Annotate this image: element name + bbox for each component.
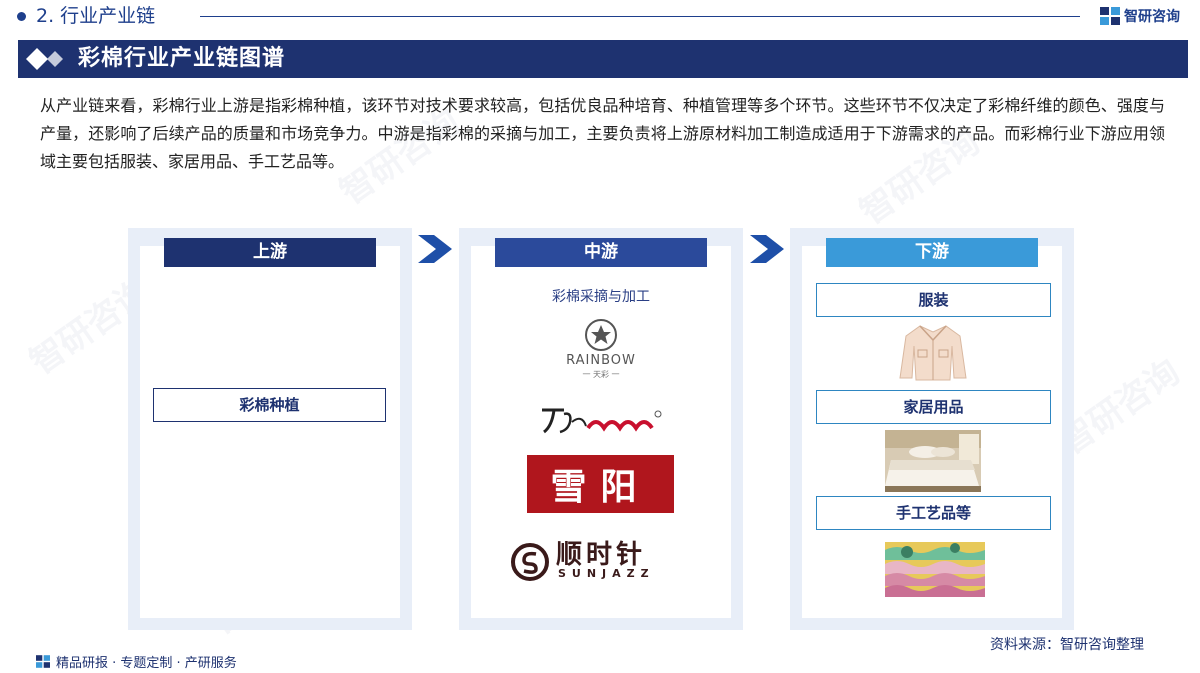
brand-logo-jyll	[542, 408, 662, 434]
upstream-header: 上游	[164, 238, 376, 267]
upstream-column	[128, 228, 412, 630]
title-banner: 彩棉行业产业链图谱	[18, 40, 1188, 78]
banner-title: 彩棉行业产业链图谱	[78, 46, 286, 71]
rainbow-logo-sub: 一 天彩 一	[582, 370, 620, 379]
brand-logo: 智研咨询	[1100, 4, 1180, 28]
footer: 精品研报 · 专题定制 · 产研服务	[36, 652, 237, 671]
bedding-image	[885, 430, 981, 492]
brand-mark-icon	[36, 654, 50, 668]
rainbow-logo-name: RAINBOW	[566, 353, 636, 368]
flower-logo-icon	[585, 319, 617, 351]
downstream-header: 下游	[826, 238, 1038, 267]
sunjazz-logo: 顺时针 SUNJAZZ	[510, 540, 695, 584]
downstream-item-crafts: 手工艺品等	[816, 496, 1051, 530]
sunjazz-logo-sub: SUNJAZZ	[558, 567, 655, 580]
sunjazz-logo-name: 顺时针	[556, 540, 647, 570]
section-title: 2. 行业产业链	[36, 5, 156, 27]
footer-text: 精品研报 · 专题定制 · 产研服务	[56, 655, 237, 671]
downstream-item-home: 家居用品	[816, 390, 1051, 424]
brand-mark-icon	[1100, 7, 1120, 25]
craft-image	[885, 542, 985, 597]
chevron-right-icon	[418, 235, 452, 263]
description-text: 从产业链来看，彩棉行业上游是指彩棉种植，该环节对技术要求较高，包括优良品种培育、…	[40, 96, 1165, 171]
sunjazz-mark-icon	[511, 543, 549, 581]
xueyang-logo: 雪阳	[527, 455, 674, 513]
upstream-item: 彩棉种植	[153, 388, 386, 422]
shirt-image	[899, 325, 967, 381]
section-bullet-icon	[17, 12, 26, 21]
downstream-item-clothing: 服装	[816, 283, 1051, 317]
rainbow-logo: RAINBOW 一 天彩 一	[540, 318, 662, 388]
diamond-icon	[26, 48, 63, 70]
upstream-panel	[140, 246, 400, 618]
chevron-right-icon	[750, 235, 784, 263]
midstream-subtitle: 彩棉采摘与加工	[552, 289, 650, 305]
midstream-header: 中游	[495, 238, 707, 267]
section-divider	[200, 16, 1080, 17]
source-note: 资料来源：智研咨询整理	[990, 637, 1144, 653]
xueyang-logo-frame: 雪阳	[517, 443, 684, 527]
brand-name: 智研咨询	[1124, 9, 1180, 25]
